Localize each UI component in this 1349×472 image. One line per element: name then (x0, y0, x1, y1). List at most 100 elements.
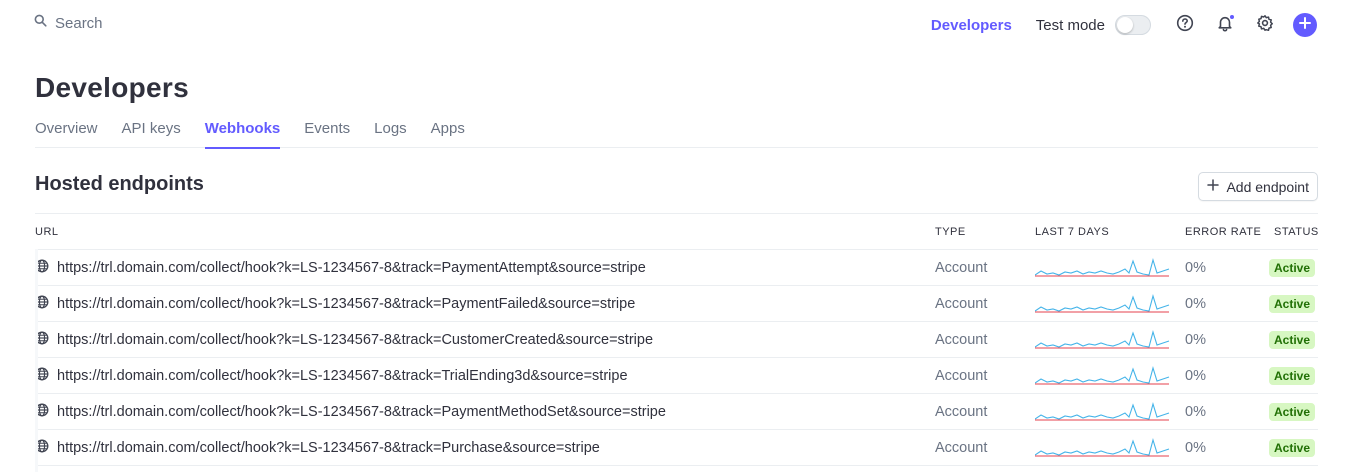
table-row[interactable]: https://trl.domain.com/collect/hook?k=LS… (35, 322, 1318, 358)
error-rate: 0% (1185, 296, 1206, 312)
error-rate-cell: 0% (1185, 250, 1253, 286)
notifications-button[interactable] (1213, 13, 1237, 37)
url-cell: https://trl.domain.com/collect/hook?k=LS… (35, 394, 666, 430)
status-cell: Active (1269, 286, 1316, 322)
plus-icon (1207, 178, 1220, 196)
endpoint-url[interactable]: https://trl.domain.com/collect/hook?k=LS… (57, 440, 600, 456)
add-endpoint-button[interactable]: Add endpoint (1198, 172, 1318, 201)
table-row[interactable]: https://trl.domain.com/collect/hook?k=LS… (35, 394, 1318, 430)
type-cell: Account (935, 286, 987, 322)
url-cell: https://trl.domain.com/collect/hook?k=LS… (35, 322, 653, 358)
sparkline-cell (1035, 322, 1171, 358)
section-title: Hosted endpoints (35, 173, 204, 195)
url-cell: https://trl.domain.com/collect/hook?k=LS… (35, 358, 628, 394)
gear-icon (1256, 14, 1274, 37)
error-rate-cell: 0% (1185, 286, 1253, 322)
status-badge: Active (1269, 367, 1316, 385)
help-icon (1176, 14, 1194, 37)
error-rate: 0% (1185, 260, 1206, 276)
error-rate: 0% (1185, 332, 1206, 348)
activity-sparkline (1035, 438, 1170, 457)
tab-webhooks[interactable]: Webhooks (204, 120, 280, 149)
left-scroll-edge (35, 249, 38, 472)
status-badge: Active (1269, 439, 1316, 457)
sparkline-cell (1035, 430, 1171, 466)
test-mode-label: Test mode (1035, 16, 1105, 34)
endpoint-type: Account (935, 440, 988, 456)
error-rate: 0% (1185, 440, 1206, 456)
activity-sparkline (1035, 330, 1170, 349)
sparkline-cell (1035, 358, 1171, 394)
url-cell: https://trl.domain.com/collect/hook?k=LS… (35, 286, 635, 322)
tab-logs[interactable]: Logs (374, 120, 407, 148)
status-cell: Active (1269, 322, 1316, 358)
table-row[interactable]: https://trl.domain.com/collect/hook?k=LS… (35, 358, 1318, 394)
table-row[interactable]: https://trl.domain.com/collect/hook?k=LS… (35, 250, 1318, 286)
developer-tabs: Overview API keys Webhooks Events Logs Apps (35, 120, 1318, 149)
sparkline-cell (1035, 286, 1171, 322)
tab-api-keys[interactable]: API keys (122, 120, 181, 148)
sparkline-cell (1035, 394, 1171, 430)
type-cell: Account (935, 358, 987, 394)
table-header: URL TYPE LAST 7 DAYS ERROR RATE STATUS (35, 214, 1318, 250)
column-header-url[interactable]: URL (35, 226, 59, 238)
url-cell: https://trl.domain.com/collect/hook?k=LS… (35, 250, 646, 286)
error-rate-cell: 0% (1185, 430, 1253, 466)
endpoint-type: Account (935, 332, 988, 348)
endpoint-url[interactable]: https://trl.domain.com/collect/hook?k=LS… (57, 332, 653, 348)
tab-events[interactable]: Events (304, 120, 350, 148)
developers-link[interactable]: Developers (931, 17, 1012, 34)
top-bar: Search Developers Test mode (0, 0, 1349, 50)
page-title: Developers (35, 72, 189, 103)
status-cell: Active (1269, 250, 1316, 286)
search-bar[interactable]: Search (34, 14, 103, 32)
table-row[interactable]: https://trl.domain.com/collect/hook?k=LS… (35, 286, 1318, 322)
endpoint-type: Account (935, 260, 988, 276)
tab-apps[interactable]: Apps (431, 120, 465, 148)
sparkline-cell (1035, 250, 1171, 286)
error-rate-cell: 0% (1185, 358, 1253, 394)
search-input[interactable]: Search (55, 15, 103, 32)
type-cell: Account (935, 322, 987, 358)
create-button[interactable] (1293, 13, 1317, 37)
endpoints-table: URL TYPE LAST 7 DAYS ERROR RATE STATUS h… (35, 213, 1318, 466)
endpoint-type: Account (935, 368, 988, 384)
tab-overview[interactable]: Overview (35, 120, 98, 148)
status-cell: Active (1269, 358, 1316, 394)
column-header-type[interactable]: TYPE (935, 226, 966, 238)
type-cell: Account (935, 250, 987, 286)
type-cell: Account (935, 394, 987, 430)
column-header-error-rate[interactable]: ERROR RATE (1185, 226, 1261, 238)
status-badge: Active (1269, 259, 1316, 277)
add-endpoint-label: Add endpoint (1226, 178, 1309, 195)
column-header-status[interactable]: STATUS (1274, 226, 1319, 238)
error-rate: 0% (1185, 368, 1206, 384)
status-cell: Active (1269, 430, 1316, 466)
help-button[interactable] (1173, 13, 1197, 37)
plus-icon (1299, 16, 1311, 34)
status-cell: Active (1269, 394, 1316, 430)
status-badge: Active (1269, 295, 1316, 313)
endpoint-url[interactable]: https://trl.domain.com/collect/hook?k=LS… (57, 260, 646, 276)
settings-button[interactable] (1253, 13, 1277, 37)
url-cell: https://trl.domain.com/collect/hook?k=LS… (35, 430, 600, 466)
search-icon (34, 14, 47, 32)
type-cell: Account (935, 430, 987, 466)
status-badge: Active (1269, 403, 1316, 421)
endpoint-url[interactable]: https://trl.domain.com/collect/hook?k=LS… (57, 368, 628, 384)
table-body: https://trl.domain.com/collect/hook?k=LS… (35, 250, 1318, 466)
column-header-last-7-days[interactable]: LAST 7 DAYS (1035, 226, 1109, 238)
top-right-controls: Developers Test mode (931, 12, 1317, 38)
error-rate-cell: 0% (1185, 322, 1253, 358)
status-badge: Active (1269, 331, 1316, 349)
endpoint-url[interactable]: https://trl.domain.com/collect/hook?k=LS… (57, 296, 635, 312)
endpoint-url[interactable]: https://trl.domain.com/collect/hook?k=LS… (57, 404, 666, 420)
activity-sparkline (1035, 294, 1170, 313)
test-mode-toggle[interactable] (1115, 15, 1151, 35)
error-rate-cell: 0% (1185, 394, 1253, 430)
table-row[interactable]: https://trl.domain.com/collect/hook?k=LS… (35, 430, 1318, 466)
toggle-knob (1117, 17, 1133, 33)
notification-dot (1229, 14, 1235, 20)
activity-sparkline (1035, 258, 1170, 277)
error-rate: 0% (1185, 404, 1206, 420)
